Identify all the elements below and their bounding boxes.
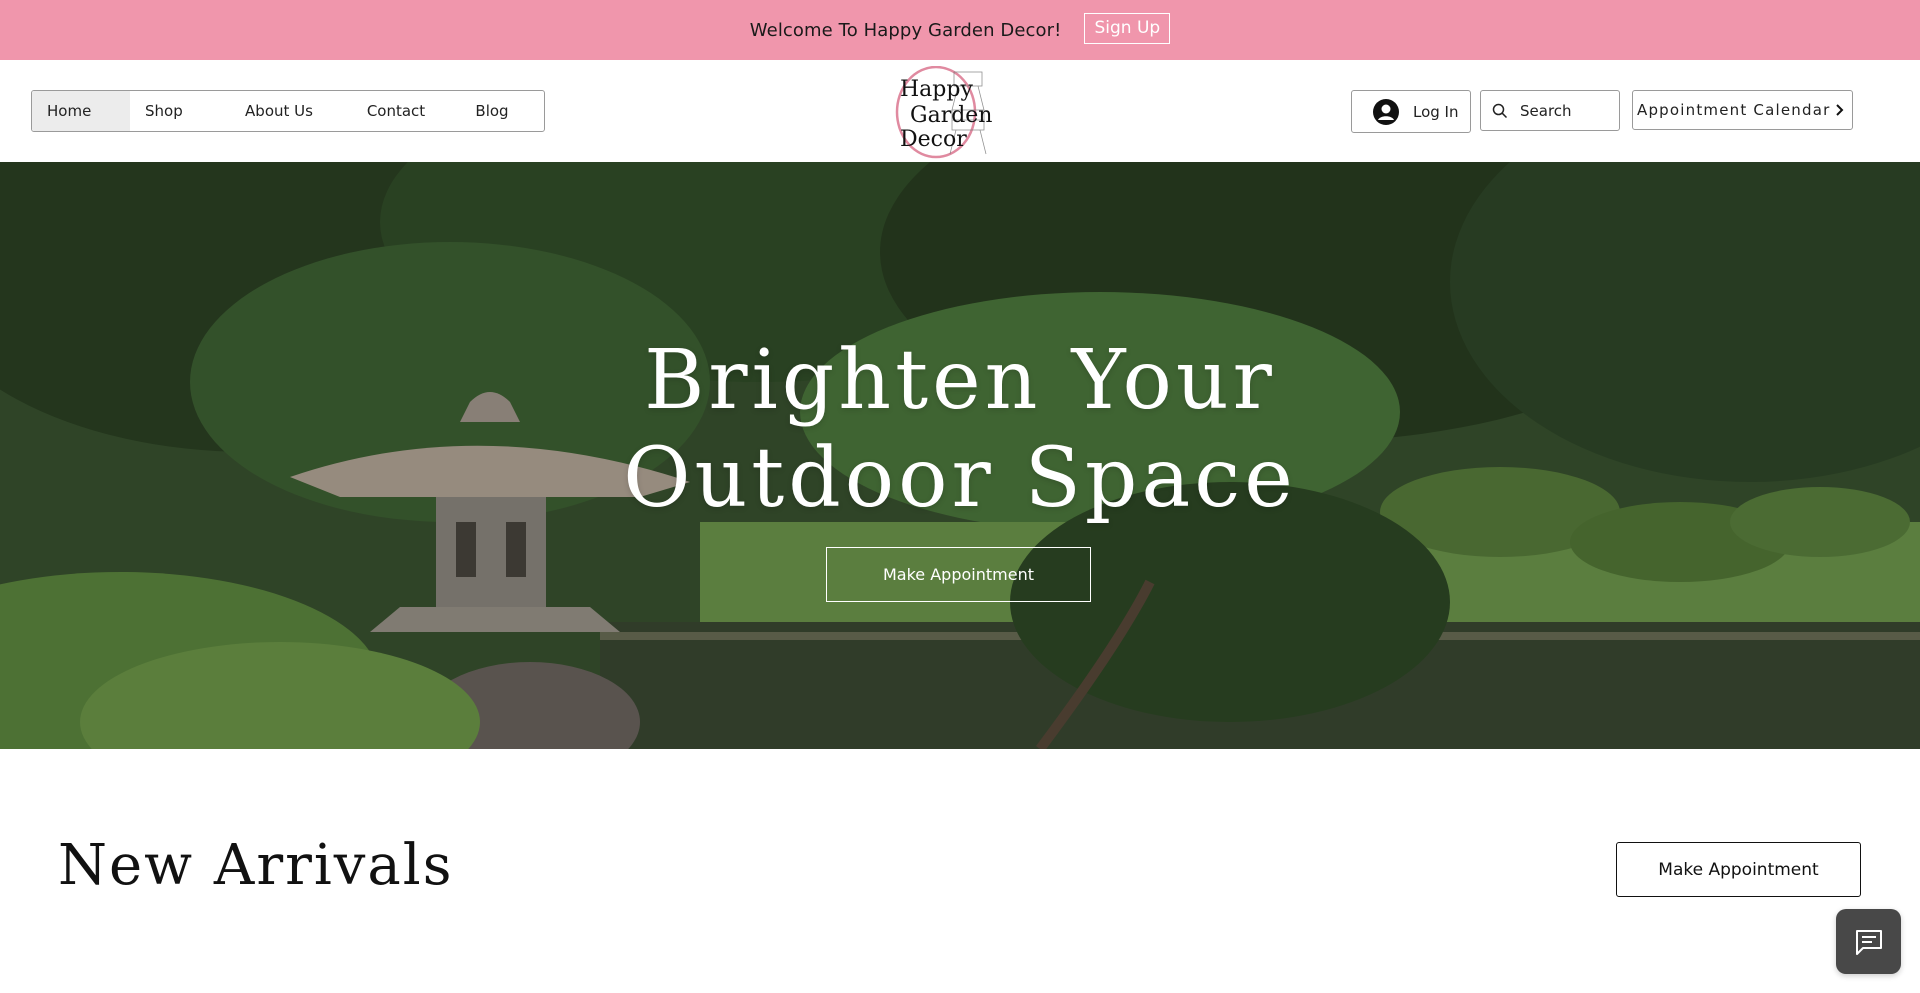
nav-item-blog[interactable]: Blog (452, 91, 532, 131)
make-appointment-button[interactable]: Make Appointment (1616, 842, 1861, 897)
log-in-button[interactable]: Log In (1351, 90, 1471, 133)
nav-item-shop[interactable]: Shop (130, 91, 218, 131)
search-box[interactable] (1480, 90, 1620, 131)
logo-graphic: Happy Garden Decor (895, 65, 992, 159)
new-arrivals-title: New Arrivals (58, 833, 454, 898)
logo-line-happy: Happy (900, 77, 973, 102)
chat-button[interactable] (1836, 909, 1901, 974)
hero-make-appointment-button[interactable]: Make Appointment (826, 547, 1091, 602)
chevron-right-icon (1836, 104, 1844, 116)
chat-icon (1855, 929, 1882, 955)
search-input[interactable] (1520, 101, 1616, 120)
announcement-bar: Welcome To Happy Garden Decor! Sign Up (0, 0, 1920, 60)
nav-item-about-us[interactable]: About Us (218, 91, 340, 131)
site-logo[interactable]: Happy Garden Decor (886, 65, 1016, 160)
nav-item-home[interactable]: Home (32, 91, 130, 131)
main-nav: Home Shop About Us Contact Blog (31, 90, 545, 132)
logo-line-decor: Decor (900, 127, 967, 152)
sign-up-button[interactable]: Sign Up (1084, 12, 1171, 44)
nav-item-contact[interactable]: Contact (340, 91, 452, 131)
hero-title: Brighten Your Outdoor Space (623, 333, 1297, 526)
log-in-label: Log In (1413, 102, 1459, 121)
logo-line-garden: Garden (910, 103, 992, 128)
search-icon (1492, 103, 1508, 118)
hero-banner: Brighten Your Outdoor Space Make Appoint… (0, 162, 1920, 749)
user-avatar-icon (1373, 98, 1399, 125)
site-header: Home Shop About Us Contact Blog Happy Ga… (0, 60, 1920, 162)
announcement-text: Welcome To Happy Garden Decor! (749, 19, 1062, 41)
appointment-calendar-button[interactable]: Appointment Calendar (1632, 90, 1853, 130)
appointment-calendar-label: Appointment Calendar (1637, 101, 1831, 119)
